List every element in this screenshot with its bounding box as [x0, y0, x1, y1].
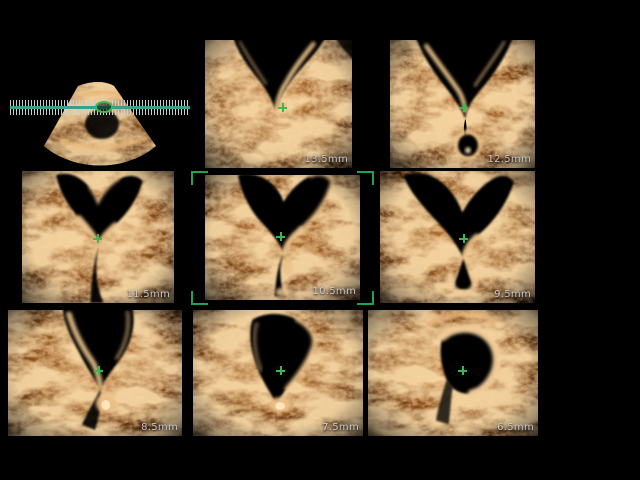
slice-center-marker-icon [93, 234, 102, 243]
slice-center-marker-icon [276, 232, 285, 241]
slice-depth-label: 10.5mm [312, 286, 356, 297]
reference-sector-image [0, 0, 200, 170]
slice-depth-label: 11.5mm [126, 289, 170, 300]
slice-depth-label: 6.5mm [497, 422, 534, 433]
slice-tile-11-5mm[interactable]: 11.5mm [22, 171, 174, 303]
slice-depth-label: 7.5mm [322, 422, 359, 433]
ultrasound-multislice-screen: 13.5mm 12.5mm 11.5mm 10.5mm 9.5mm 8.5mm … [0, 0, 640, 480]
current-plane-marker-icon [95, 101, 113, 113]
slice-center-marker-icon [276, 366, 285, 375]
slice-depth-label: 12.5mm [487, 154, 531, 165]
slice-center-marker-icon [458, 366, 467, 375]
slice-center-marker-icon [459, 234, 468, 243]
slice-depth-label: 13.5mm [304, 154, 348, 165]
slice-center-marker-icon [459, 103, 468, 112]
slice-tile-12-5mm[interactable]: 12.5mm [390, 40, 535, 168]
slice-depth-label: 8.5mm [141, 422, 178, 433]
slice-depth-label: 9.5mm [494, 289, 531, 300]
slice-tile-13-5mm[interactable]: 13.5mm [205, 40, 352, 168]
slice-center-marker-icon [278, 103, 287, 112]
slice-center-marker-icon [94, 366, 103, 375]
slice-tile-9-5mm[interactable]: 9.5mm [380, 171, 535, 303]
slice-tile-10-5mm-selected[interactable]: 10.5mm [205, 175, 360, 300]
slice-tile-6-5mm[interactable]: 6.5mm [368, 310, 538, 436]
slice-tile-8-5mm[interactable]: 8.5mm [8, 310, 182, 436]
scan-plane-overview[interactable] [0, 0, 200, 170]
slice-tile-7-5mm[interactable]: 7.5mm [193, 310, 363, 436]
